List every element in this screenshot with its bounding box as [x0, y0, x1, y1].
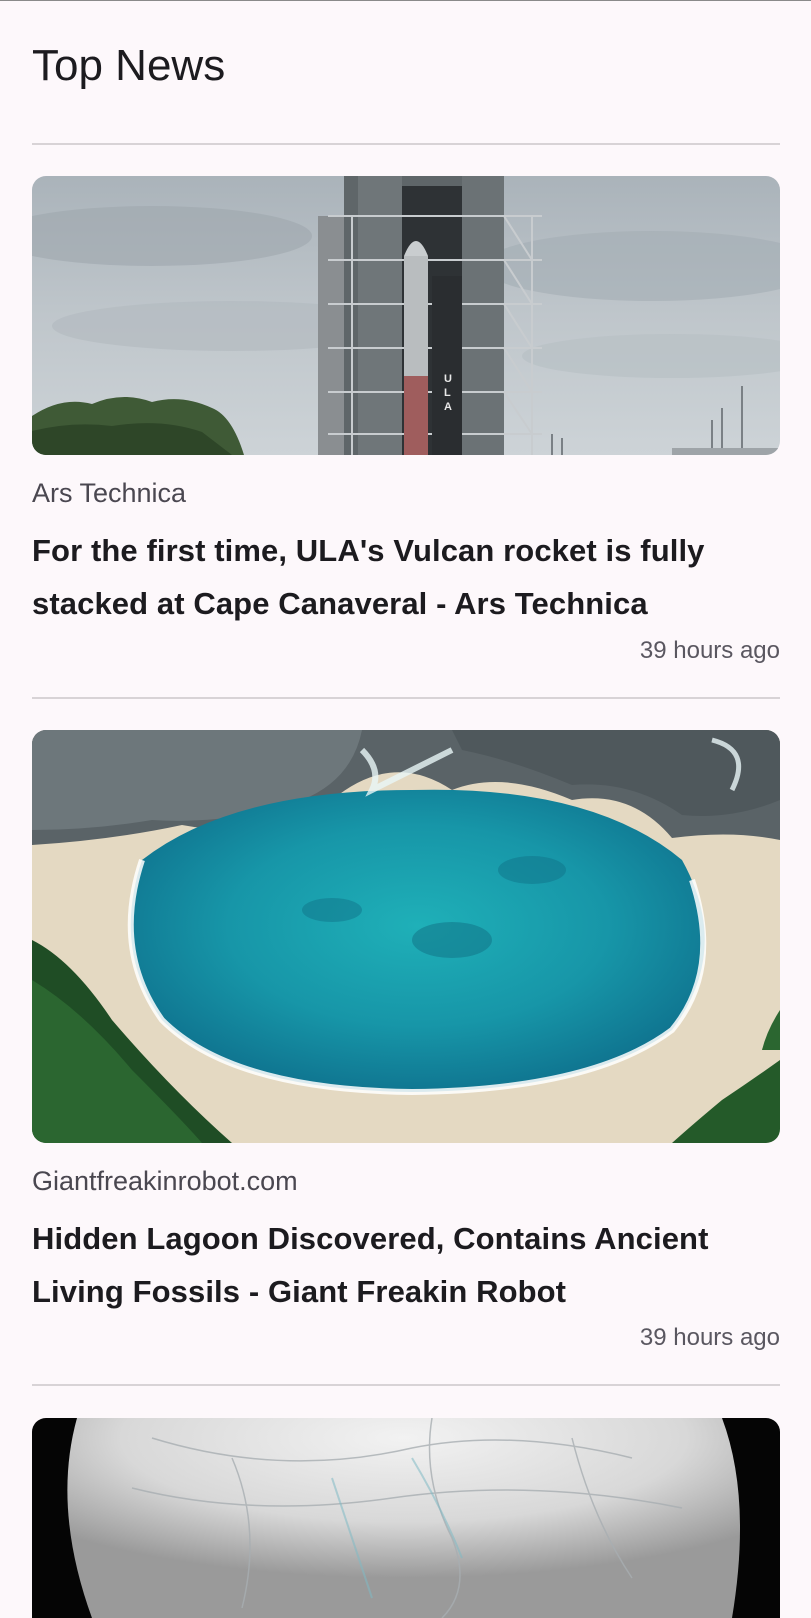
article-source: Giantfreakinrobot.com	[32, 1166, 298, 1196]
divider	[32, 1384, 780, 1386]
divider	[32, 143, 780, 145]
article-headline[interactable]: For the first time, ULA's Vulcan rocket …	[32, 524, 780, 630]
lagoon-aerial-image[interactable]	[32, 730, 780, 1143]
status-edge	[0, 0, 811, 1]
article-timestamp: 39 hours ago	[639, 637, 780, 664]
article-source: Ars Technica	[32, 478, 187, 508]
icy-moon-image[interactable]	[32, 1418, 780, 1618]
article-timestamp: 39 hours ago	[639, 1324, 780, 1351]
page-title: Top News	[32, 41, 226, 90]
rocket-launch-tower-image[interactable]: ULA	[32, 176, 780, 455]
divider	[32, 697, 780, 699]
article-headline[interactable]: Hidden Lagoon Discovered, Contains Ancie…	[32, 1212, 780, 1318]
